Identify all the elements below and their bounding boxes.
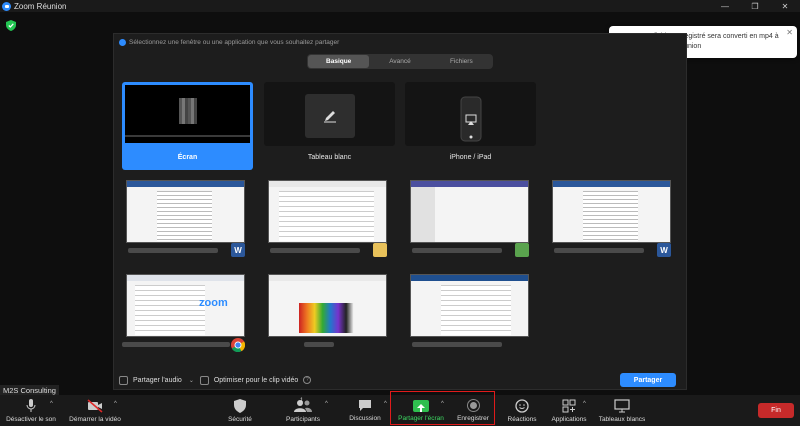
participants-options-caret[interactable]: ^: [325, 401, 328, 407]
window-thumbnail-paint[interactable]: [268, 274, 387, 337]
optimize-video-checkbox[interactable]: [199, 375, 209, 385]
encryption-shield-icon[interactable]: [6, 20, 16, 31]
zoom-logo-icon: [119, 38, 126, 46]
dialog-title: Sélectionnez une fenêtre ou une applicat…: [129, 38, 340, 46]
share-tabs: Basique Avancé Fichiers: [307, 54, 493, 69]
window-thumbnail-browser[interactable]: [410, 274, 529, 337]
security-button[interactable]: Sécurité: [225, 395, 255, 426]
minimize-button[interactable]: —: [710, 0, 740, 12]
share-screen-dialog: Sélectionnez une fenêtre ou une applicat…: [113, 33, 687, 390]
toast-close-icon[interactable]: ✕: [786, 28, 793, 37]
share-tile-screen[interactable]: Écran: [122, 82, 253, 170]
tab-avance[interactable]: Avancé: [369, 55, 430, 68]
tab-basique[interactable]: Basique: [308, 55, 370, 68]
annotation-highlight-box: [390, 391, 495, 425]
share-tile-iphone[interactable]: iPhone / iPad: [405, 82, 536, 170]
share-tile-whiteboard[interactable]: Tableau blanc: [264, 82, 395, 170]
tab-fichiers[interactable]: Fichiers: [431, 55, 492, 68]
share-audio-label: Partager l'audio: [133, 376, 182, 384]
mute-button[interactable]: Désactiver le son: [2, 395, 60, 426]
window-thumbnail-chrome[interactable]: zoom: [126, 274, 245, 337]
microphone-icon: [26, 399, 36, 412]
start-video-button[interactable]: Démarrer la vidéo: [66, 395, 124, 426]
participants-count: 1: [300, 398, 304, 404]
chat-button[interactable]: Discussion: [345, 395, 385, 426]
optimize-video-label: Optimiser pour le clip vidéo: [213, 376, 299, 384]
pixelated-preview: [179, 98, 197, 124]
dialog-footer: Partager l'audio ⌄ Optimiser pour le cli…: [114, 370, 686, 390]
window-title: Zoom Réunion: [14, 1, 67, 11]
whiteboards-button[interactable]: Tableaux blancs: [596, 395, 648, 426]
chevron-down-icon[interactable]: ⌄: [189, 377, 194, 384]
apps-icon: [562, 399, 576, 413]
chat-icon: [359, 400, 371, 411]
whiteboard-icon: [614, 399, 630, 413]
window-thumbnail-teams[interactable]: [410, 180, 529, 243]
word-app-icon: W: [657, 243, 671, 257]
iphone-airplay-icon: [460, 96, 482, 142]
word-app-icon: W: [231, 243, 245, 257]
window-title-blurred: [122, 342, 230, 347]
participants-button[interactable]: 1 Participants: [280, 395, 326, 426]
tile-label-iphone: iPhone / iPad: [449, 154, 492, 161]
shield-icon: [234, 399, 246, 413]
title-bar: Zoom Réunion — ❐ ✕: [0, 0, 800, 12]
tile-label-whiteboard: Tableau blanc: [307, 154, 352, 161]
chat-options-caret[interactable]: ^: [384, 401, 387, 407]
window-title-blurred: [128, 248, 218, 253]
window-thumbnail-explorer[interactable]: [268, 180, 387, 243]
window-title-blurred: [412, 342, 502, 347]
zoom-logo-text: zoom: [199, 297, 228, 309]
share-button[interactable]: Partager: [620, 373, 676, 387]
video-off-icon: [87, 399, 103, 413]
tile-label-screen: Écran: [177, 154, 198, 161]
window-title-blurred: [412, 248, 502, 253]
reactions-button[interactable]: Réactions: [505, 395, 539, 426]
apps-options-caret[interactable]: ^: [583, 401, 586, 407]
close-button[interactable]: ✕: [770, 0, 800, 12]
window-thumbnail-word-2[interactable]: [552, 180, 671, 243]
folder-app-icon: [373, 243, 387, 257]
window-controls: — ❐ ✕: [710, 0, 800, 12]
pencil-icon: [305, 94, 355, 138]
share-audio-checkbox[interactable]: [119, 375, 128, 385]
window-title-blurred: [270, 248, 360, 253]
dialog-header: Sélectionnez une fenêtre ou une applicat…: [114, 34, 686, 50]
apps-button[interactable]: Applications: [547, 395, 591, 426]
window-title-blurred: [304, 342, 334, 347]
video-options-caret[interactable]: ^: [114, 401, 117, 407]
window-thumbnail-word[interactable]: [126, 180, 245, 243]
participant-name-label: M2S Consulting: [0, 385, 59, 395]
emoji-plus-icon: [515, 399, 529, 413]
maximize-button[interactable]: ❐: [740, 0, 770, 12]
zoom-logo-icon: [2, 1, 11, 11]
window-title-blurred: [554, 248, 644, 253]
end-meeting-button[interactable]: Fin: [758, 403, 794, 418]
app-icon: [515, 243, 529, 257]
chrome-app-icon: [231, 338, 245, 352]
audio-options-caret[interactable]: ^: [50, 401, 53, 407]
help-icon[interactable]: ?: [303, 376, 312, 384]
